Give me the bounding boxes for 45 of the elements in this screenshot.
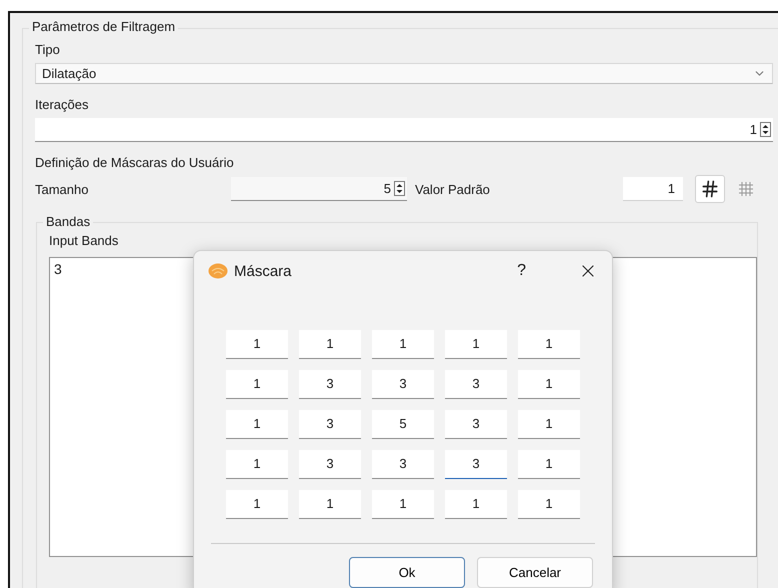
mask-value-field[interactable]: 1 <box>226 490 288 519</box>
spinner-arrows-icon[interactable] <box>394 181 405 196</box>
spinner-arrows-icon[interactable] <box>760 122 771 137</box>
field-label: Input Bands <box>49 233 118 248</box>
mask-value-field[interactable]: 3 <box>299 450 361 479</box>
mask-value-field[interactable]: 5 <box>372 410 434 439</box>
mask-value-field[interactable]: 1 <box>518 450 580 479</box>
mask-value-field[interactable]: 1 <box>518 490 580 519</box>
iterations-spinbox[interactable]: 1 <box>35 118 773 142</box>
mask-value-field[interactable]: 1 <box>518 410 580 439</box>
group-title: Parâmetros de Filtragem <box>29 19 178 34</box>
mask-value-field[interactable]: 1 <box>518 330 580 359</box>
mask-value-field[interactable]: 1 <box>226 410 288 439</box>
ok-button[interactable]: Ok <box>349 557 465 588</box>
help-button[interactable]: ? <box>517 262 526 280</box>
mask-value-field[interactable]: 3 <box>299 370 361 399</box>
type-dropdown[interactable]: Dilatação <box>35 63 773 84</box>
logo-icon <box>208 263 228 279</box>
size-spinbox[interactable]: 5 <box>231 177 407 201</box>
mask-value-field[interactable]: 3 <box>445 370 507 399</box>
field-label: Tipo <box>35 42 60 57</box>
mask-value-field[interactable]: 3 <box>372 450 434 479</box>
mask-value-field[interactable]: 3 <box>445 410 507 439</box>
mask-value-field[interactable]: 1 <box>299 330 361 359</box>
section-label: Definição de Máscaras do Usuário <box>35 155 234 170</box>
mask-value-field[interactable]: 3 <box>445 450 507 479</box>
cancel-button[interactable]: Cancelar <box>477 557 593 588</box>
group-title: Bandas <box>43 214 94 229</box>
mask-value-field[interactable]: 1 <box>445 490 507 519</box>
mask-value-field[interactable]: 1 <box>226 370 288 399</box>
mask-value-field[interactable]: 1 <box>518 370 580 399</box>
default-value-field[interactable]: 1 <box>623 177 683 201</box>
mask-value-field[interactable]: 1 <box>226 450 288 479</box>
dialog-title: Máscara <box>234 262 293 280</box>
mask-value-field[interactable]: 1 <box>445 330 507 359</box>
mask-value-field[interactable]: 1 <box>226 330 288 359</box>
mask-value-field[interactable]: 1 <box>372 490 434 519</box>
hash-icon[interactable] <box>695 175 725 203</box>
mask-value-field[interactable]: 1 <box>372 330 434 359</box>
field-label: Tamanho <box>35 182 90 196</box>
mask-value-field[interactable]: 3 <box>299 410 361 439</box>
mask-value-field[interactable]: 1 <box>299 490 361 519</box>
field-label: Iterações <box>35 97 88 112</box>
mask-value-field[interactable]: 3 <box>372 370 434 399</box>
field-label: Valor Padrão <box>415 182 491 196</box>
